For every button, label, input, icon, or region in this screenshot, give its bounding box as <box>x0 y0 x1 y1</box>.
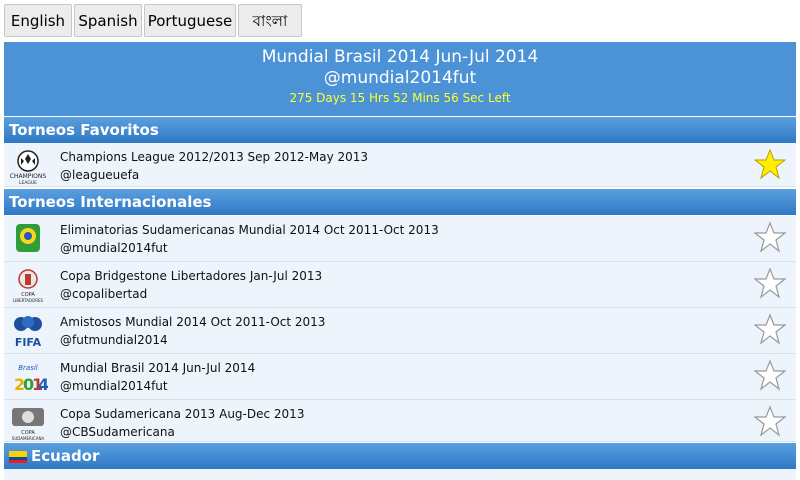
tournament-name: Mundial Brasil 2014 Jun-Jul 2014 <box>60 361 256 375</box>
tournament-handle: @mundial2014fut <box>60 379 168 393</box>
lang-button-spanish[interactable]: Spanish <box>74 4 142 37</box>
list-item[interactable]: COPA SUDAMERICANA Copa Sudamericana 2013… <box>4 400 796 442</box>
list-item[interactable] <box>4 469 796 480</box>
libertadores-logo: COPA LIBERTADORES <box>13 269 44 303</box>
svg-text:FIFA: FIFA <box>15 336 42 349</box>
header-handle[interactable]: @mundial2014fut <box>4 68 796 88</box>
countdown-text: 275 Days 15 Hrs 52 Mins 56 Sec Left <box>289 91 511 105</box>
svg-text:LEAGUE: LEAGUE <box>19 180 37 185</box>
svg-text:SUDAMERICANA: SUDAMERICANA <box>12 436 45 441</box>
tournament-name: Champions League 2012/2013 Sep 2012-May … <box>60 150 369 164</box>
section-label: Ecuador <box>31 447 100 465</box>
brasil-2014-logo: Brasil 2 0 1 4 <box>14 364 48 394</box>
tournament-handle: @leagueuefa <box>60 168 140 182</box>
tournament-name: Amistosos Mundial 2014 Oct 2011-Oct 2013 <box>60 315 326 329</box>
list-item[interactable]: CHAMPIONS LEAGUE Champions League 2012/2… <box>4 143 796 187</box>
eliminatorias-logo <box>16 224 40 252</box>
list-item[interactable]: COPA LIBERTADORES Copa Bridgestone Liber… <box>4 262 796 308</box>
list-item[interactable]: Brasil 2 0 1 4 Mundial Brasil 2014 Jun-J… <box>4 354 796 400</box>
tournament-handle: @CBSudamericana <box>60 425 175 439</box>
section-header-ecuador: Ecuador <box>4 443 796 469</box>
lang-button-bangla[interactable]: বাংলা <box>238 4 302 37</box>
tournament-handle: @mundial2014fut <box>60 241 168 255</box>
language-bar: English Spanish Portuguese বাংলা <box>0 0 800 40</box>
section-header-favoritos: Torneos Favoritos <box>4 117 796 143</box>
section-header-internacionales: Torneos Internacionales <box>4 189 796 215</box>
sudamericana-logo: COPA SUDAMERICANA <box>12 408 45 441</box>
list-item[interactable]: FIFA Amistosos Mundial 2014 Oct 2011-Oct… <box>4 308 796 354</box>
star-outline-icon[interactable] <box>754 221 786 253</box>
svg-text:CHAMPIONS: CHAMPIONS <box>10 173 47 180</box>
ecuador-flag-icon <box>9 450 27 463</box>
fifa-logo: FIFA <box>14 316 42 349</box>
tournament-name: Copa Bridgestone Libertadores Jan-Jul 20… <box>60 269 323 283</box>
tournament-handle: @copalibertad <box>60 287 148 301</box>
star-outline-icon[interactable] <box>754 359 786 391</box>
list-item[interactable]: Eliminatorias Sudamericanas Mundial 2014… <box>4 216 796 262</box>
star-outline-icon[interactable] <box>754 405 786 437</box>
tournament-handle: @futmundial2014 <box>60 333 168 347</box>
svg-text:Brasil: Brasil <box>18 364 38 372</box>
lang-button-portuguese[interactable]: Portuguese <box>144 4 236 37</box>
header-title: Mundial Brasil 2014 Jun-Jul 2014 <box>261 47 539 67</box>
lang-button-english[interactable]: English <box>4 4 72 37</box>
champions-league-logo: CHAMPIONS LEAGUE <box>10 150 47 185</box>
star-outline-icon[interactable] <box>754 313 786 345</box>
svg-text:4: 4 <box>38 375 48 394</box>
tournament-name: Eliminatorias Sudamericanas Mundial 2014… <box>60 223 439 237</box>
star-outline-icon[interactable] <box>754 267 786 299</box>
svg-text:LIBERTADORES: LIBERTADORES <box>13 298 44 303</box>
tournament-name: Copa Sudamericana 2013 Aug-Dec 2013 <box>60 407 305 421</box>
star-filled-icon[interactable] <box>754 148 786 180</box>
tournament-header: Mundial Brasil 2014 Jun-Jul 2014 @mundia… <box>4 42 796 116</box>
